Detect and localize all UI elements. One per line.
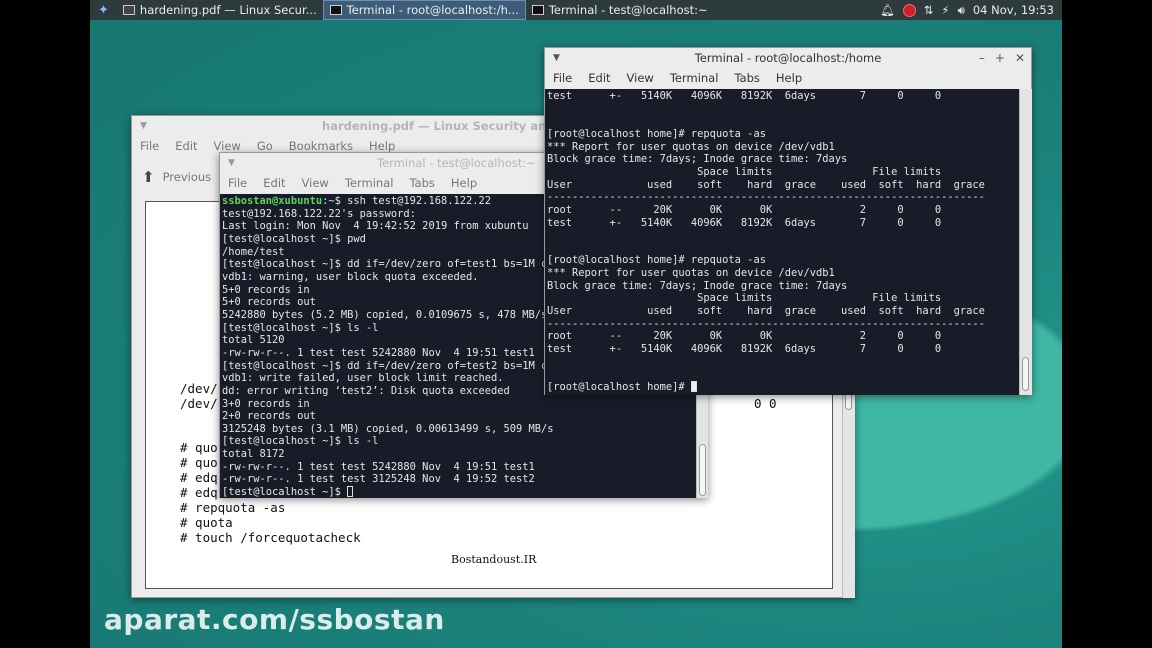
terminal-line: Space limits File limits (547, 292, 942, 305)
root-terminal-output[interactable]: test +- 5140K 4096K 8192K 6days 7 0 0 [ro… (545, 89, 1019, 395)
menu-edit[interactable]: Edit (175, 139, 197, 153)
cursor (347, 486, 354, 498)
terminal-line: test +- 5140K 4096K 8192K 6days 7 0 0 (547, 90, 942, 102)
menu-go[interactable]: Go (257, 139, 273, 153)
whisker-menu-icon[interactable]: ✦ (90, 3, 117, 18)
terminal-line: Block grace time: 7days; Inode grace tim… (547, 153, 848, 166)
menu-view[interactable]: View (302, 176, 329, 190)
root-terminal-window: ▼ Terminal - root@localhost:/home – + ✕ Fil… (544, 47, 1032, 395)
terminal-line: ----------------------------------------… (547, 317, 985, 330)
terminal-line: [root@localhost home]# repquota -as (547, 127, 766, 140)
menu-terminal[interactable]: Terminal (345, 176, 394, 190)
menu-help[interactable]: Help (451, 176, 477, 190)
previous-button[interactable]: ⬆ Previous (142, 168, 211, 186)
terminal-line: root -- 20K 0K 0K 2 0 0 (547, 203, 942, 216)
menu-edit[interactable]: Edit (588, 71, 610, 85)
top-panel: ✦ hardening.pdf — Linux Secur... Termina… (90, 0, 1062, 20)
terminal-line: User used soft hard grace used soft hard… (547, 178, 985, 191)
document-viewer-icon (122, 5, 135, 15)
terminal-line: *** Report for user quotas on device /de… (547, 267, 835, 280)
terminal-line: 3125248 bytes (3.1 MB) copied, 0.0061349… (222, 422, 554, 435)
terminal-line: User used soft hard grace used soft hard… (547, 305, 985, 318)
terminal-line: -rw-rw-r--. 1 test test 3125248 Nov 4 19… (222, 473, 535, 486)
pdf-scrollbar[interactable] (842, 386, 855, 598)
terminal-line: [test@localhost ~]$ ls -l (222, 435, 379, 448)
menu-help[interactable]: Help (369, 139, 395, 153)
root-terminal-scrollbar[interactable] (1019, 89, 1032, 395)
terminal-line: [root@localhost home]# repquota -as (547, 254, 766, 267)
menu-bookmarks[interactable]: Bookmarks (289, 139, 353, 153)
terminal-line: 3+0 records in (222, 397, 310, 410)
terminal-line: Space limits File limits (547, 165, 942, 178)
menu-file[interactable]: File (553, 71, 572, 85)
notification-bell-icon[interactable]: 🔔︎ (880, 3, 895, 17)
power-icon[interactable]: ⚡︎ (941, 3, 949, 17)
terminal-prompt-line: [root@localhost home]# (547, 381, 1019, 394)
clock[interactable]: 04 Nov, 19:53 (973, 3, 1054, 17)
menu-view[interactable]: View (214, 139, 241, 153)
terminal-prompt-line: [test@localhost ~]$ (222, 486, 696, 498)
menu-help[interactable]: Help (776, 71, 802, 85)
menu-tabs[interactable]: Tabs (409, 176, 434, 190)
maximize-icon[interactable]: + (995, 51, 1005, 65)
menu-edit[interactable]: Edit (263, 176, 285, 190)
taskbar-item-pdf[interactable]: hardening.pdf — Linux Secur... (117, 0, 323, 20)
terminal-line: ----------------------------------------… (547, 191, 985, 204)
terminal-line: test +- 5140K 4096K 8192K 6days 7 0 0 (547, 216, 942, 229)
terminal-line: Block grace time: 7days; Inode grace tim… (547, 279, 848, 292)
minimize-icon[interactable]: – (979, 51, 985, 65)
arrow-up-icon: ⬆ (142, 168, 155, 186)
taskbar-item-test-terminal[interactable]: Terminal - test@localhost:~ (526, 0, 714, 20)
record-icon[interactable] (902, 3, 916, 17)
terminal-line: 2+0 records out (222, 410, 316, 423)
window-menu-icon[interactable]: ▼ (553, 53, 560, 63)
menu-view[interactable]: View (627, 71, 654, 85)
network-icon[interactable]: ⇅ (924, 3, 934, 17)
cursor (690, 381, 697, 392)
terminal-line: -rw-rw-r--. 1 test test 5242880 Nov 4 19… (222, 460, 535, 473)
menu-file[interactable]: File (140, 139, 159, 153)
terminal-line: total 8172 (222, 448, 285, 461)
root-terminal-titlebar[interactable]: ▼ Terminal - root@localhost:/home – + ✕ (545, 48, 1031, 68)
terminal-line: root -- 20K 0K 0K 2 0 0 (547, 330, 942, 343)
terminal-icon (531, 5, 544, 15)
menu-terminal[interactable]: Terminal (670, 71, 719, 85)
volume-icon[interactable]: 🔊︎ (958, 3, 965, 18)
terminal-line: *** Report for user quotas on device /de… (547, 140, 835, 153)
window-menu-icon[interactable]: ▼ (228, 158, 235, 168)
root-terminal-menubar: File Edit View Terminal Tabs Help (545, 68, 1031, 88)
menu-tabs[interactable]: Tabs (734, 71, 759, 85)
menu-file[interactable]: File (228, 176, 247, 190)
taskbar-item-root-terminal[interactable]: Terminal - root@localhost:/h... (322, 0, 526, 20)
terminal-icon (329, 5, 342, 15)
close-icon[interactable]: ✕ (1015, 51, 1025, 65)
window-menu-icon[interactable]: ▼ (140, 121, 147, 131)
terminal-line: test +- 5140K 4096K 8192K 6days 7 0 0 (547, 343, 942, 356)
watermark: aparat.com/ssbostan (104, 603, 445, 636)
